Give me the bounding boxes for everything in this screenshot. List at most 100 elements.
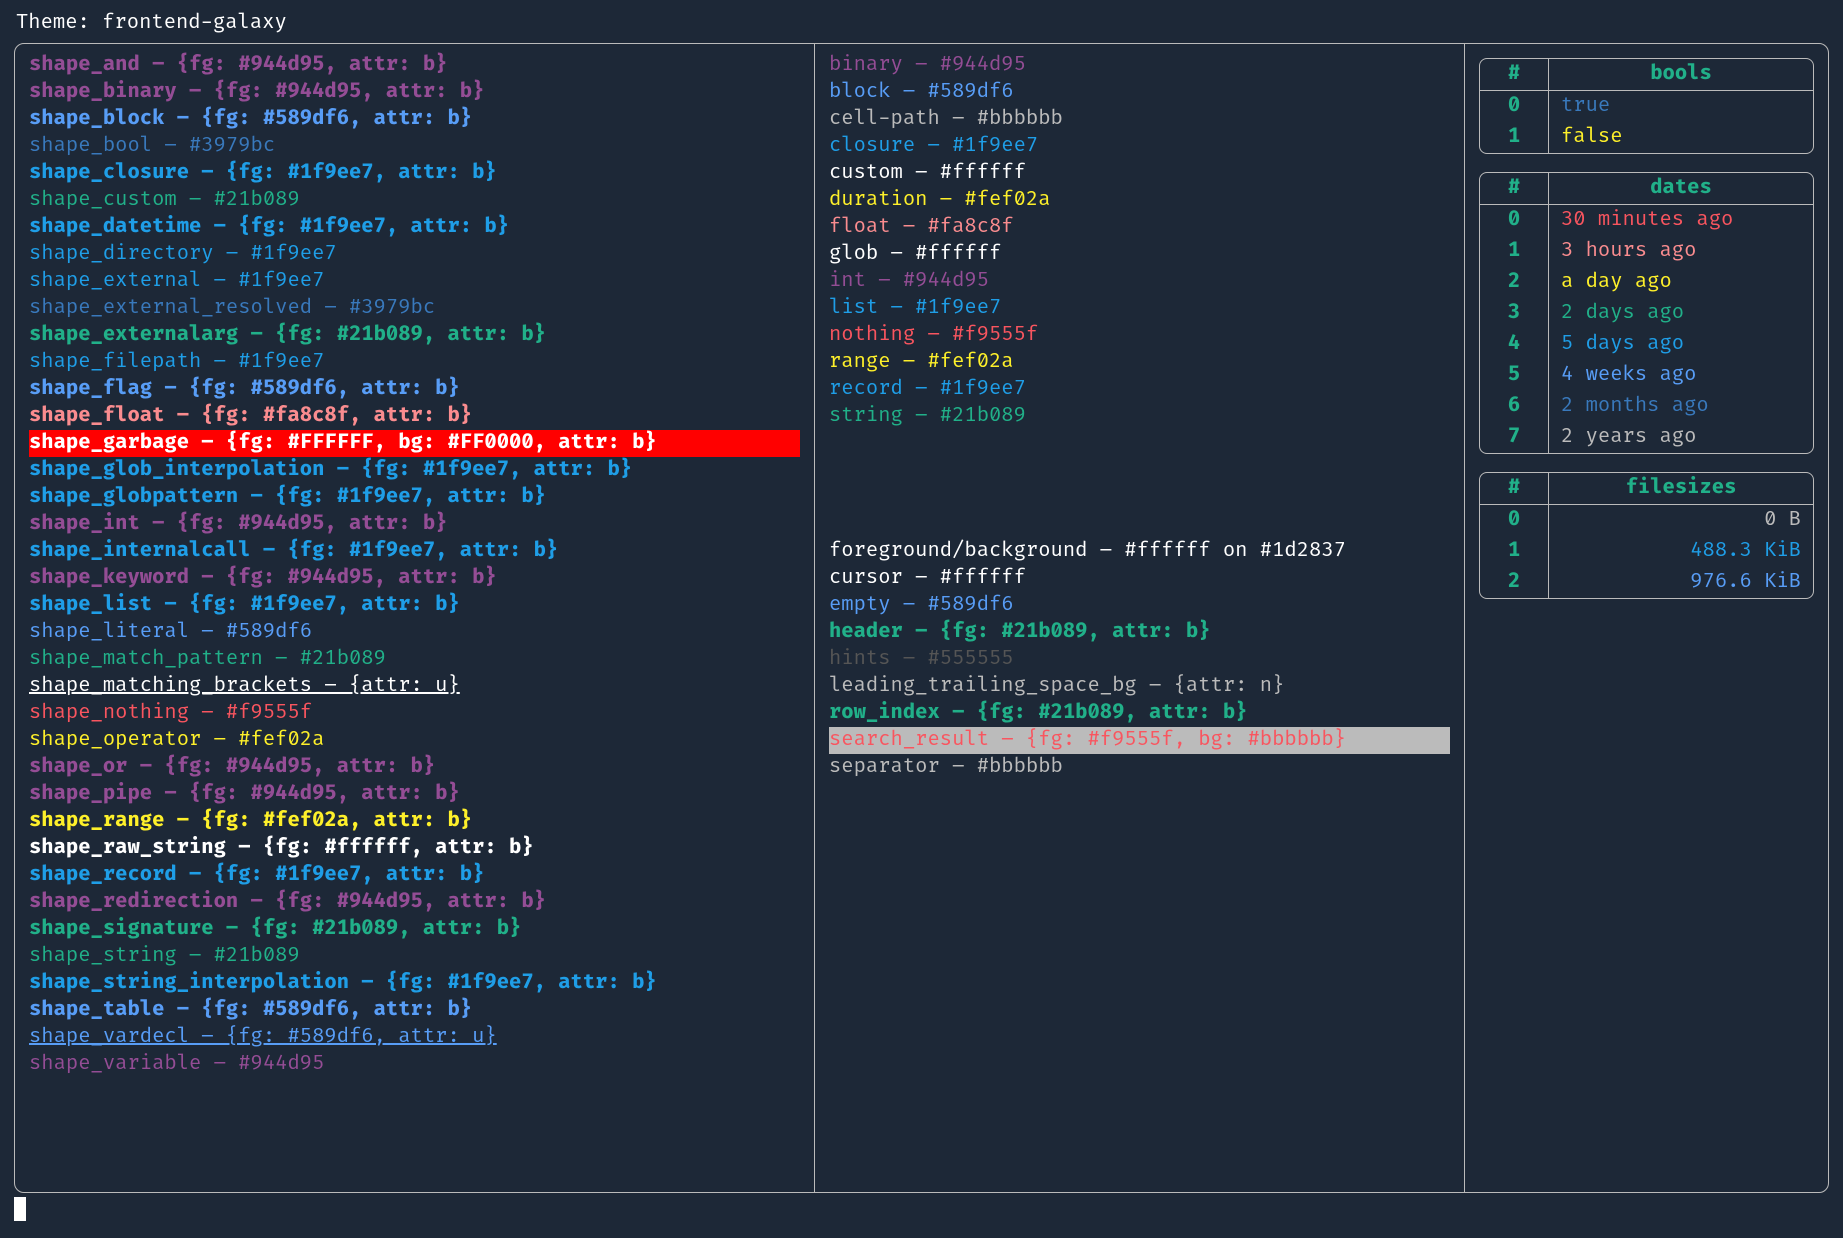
row-value: 976.6 KiB bbox=[1549, 567, 1814, 598]
col-index-header: # bbox=[1480, 473, 1549, 505]
row-value: 2 years ago bbox=[1549, 422, 1814, 453]
theme-entry-empty: empty – #589df6 bbox=[829, 592, 1450, 619]
table-row: 1488.3 KiB bbox=[1480, 536, 1813, 567]
filesizes-table: # filesizes 00 B1488.3 KiB2976.6 KiB bbox=[1479, 472, 1814, 599]
row-value: 2 days ago bbox=[1549, 298, 1814, 329]
theme-entry-shape_externalarg: shape_externalarg – {fg: #21b089, attr: … bbox=[29, 322, 800, 349]
table-row: 030 minutes ago bbox=[1480, 205, 1813, 237]
theme-entry-shape_record: shape_record – {fg: #1f9ee7, attr: b} bbox=[29, 862, 800, 889]
theme-entry-shape_block: shape_block – {fg: #589df6, attr: b} bbox=[29, 106, 800, 133]
theme-entry-shape_list: shape_list – {fg: #1f9ee7, attr: b} bbox=[29, 592, 800, 619]
theme-entry-shape_external_resolved: shape_external_resolved – #3979bc bbox=[29, 295, 800, 322]
row-index: 5 bbox=[1480, 360, 1549, 391]
table-row: 32 days ago bbox=[1480, 298, 1813, 329]
table-row: 45 days ago bbox=[1480, 329, 1813, 360]
bools-table: # bools 0true1false bbox=[1479, 58, 1814, 154]
theme-entry-row_index: row_index – {fg: #21b089, attr: b} bbox=[829, 700, 1450, 727]
theme-entry-shape_redirection: shape_redirection – {fg: #944d95, attr: … bbox=[29, 889, 800, 916]
filesizes-header: filesizes bbox=[1549, 473, 1814, 505]
theme-entry-shape_internalcall: shape_internalcall – {fg: #1f9ee7, attr:… bbox=[29, 538, 800, 565]
theme-panel: shape_and – {fg: #944d95, attr: b}shape_… bbox=[14, 43, 1829, 1193]
theme-entry-duration: duration – #fef02a bbox=[829, 187, 1450, 214]
theme-entry-shape_variable: shape_variable – #944d95 bbox=[29, 1051, 800, 1078]
theme-entry-record: record – #1f9ee7 bbox=[829, 376, 1450, 403]
table-row: 62 months ago bbox=[1480, 391, 1813, 422]
row-value: 30 minutes ago bbox=[1549, 205, 1814, 237]
theme-entry-shape_int: shape_int – {fg: #944d95, attr: b} bbox=[29, 511, 800, 538]
row-value: 4 weeks ago bbox=[1549, 360, 1814, 391]
theme-entry-shape_custom: shape_custom – #21b089 bbox=[29, 187, 800, 214]
theme-entry-shape_glob_interpolation: shape_glob_interpolation – {fg: #1f9ee7,… bbox=[29, 457, 800, 484]
table-row: 72 years ago bbox=[1480, 422, 1813, 453]
row-value: a day ago bbox=[1549, 267, 1814, 298]
theme-entry-shape_signature: shape_signature – {fg: #21b089, attr: b} bbox=[29, 916, 800, 943]
theme-entry-shape_filepath: shape_filepath – #1f9ee7 bbox=[29, 349, 800, 376]
theme-entry-string: string – #21b089 bbox=[829, 403, 1450, 430]
theme-entry-shape_flag: shape_flag – {fg: #589df6, attr: b} bbox=[29, 376, 800, 403]
theme-entry-shape_string: shape_string – #21b089 bbox=[29, 943, 800, 970]
theme-entry-shape_match_pattern: shape_match_pattern – #21b089 bbox=[29, 646, 800, 673]
theme-title: Theme: frontend-galaxy bbox=[16, 10, 1829, 37]
theme-entry-search_result: search_result – {fg: #f9555f, bg: #bbbbb… bbox=[829, 727, 1450, 754]
row-value: true bbox=[1549, 91, 1814, 123]
row-index: 0 bbox=[1480, 505, 1549, 537]
theme-entry-separator: separator – #bbbbbb bbox=[829, 754, 1450, 781]
dates-header: dates bbox=[1549, 173, 1814, 205]
row-value: 0 B bbox=[1549, 505, 1814, 537]
row-value: 2 months ago bbox=[1549, 391, 1814, 422]
theme-entry-shape_pipe: shape_pipe – {fg: #944d95, attr: b} bbox=[29, 781, 800, 808]
theme-entry-shape_closure: shape_closure – {fg: #1f9ee7, attr: b} bbox=[29, 160, 800, 187]
theme-entry-int: int – #944d95 bbox=[829, 268, 1450, 295]
theme-entry-shape_matching_brackets: shape_matching_brackets – {attr: u} bbox=[29, 673, 800, 700]
theme-entry-custom: custom – #ffffff bbox=[829, 160, 1450, 187]
theme-entry-shape_range: shape_range – {fg: #fef02a, attr: b} bbox=[29, 808, 800, 835]
examples-column: # bools 0true1false # dates 030 minutes … bbox=[1465, 44, 1828, 1192]
row-value: false bbox=[1549, 122, 1814, 153]
theme-entry-binary: binary – #944d95 bbox=[829, 52, 1450, 79]
theme-entry-shape_nothing: shape_nothing – #f9555f bbox=[29, 700, 800, 727]
theme-entry-shape_and: shape_and – {fg: #944d95, attr: b} bbox=[29, 52, 800, 79]
theme-entry-closure: closure – #1f9ee7 bbox=[829, 133, 1450, 160]
theme-entry-nothing: nothing – #f9555f bbox=[829, 322, 1450, 349]
theme-entry-leading_trailing_space_bg: leading_trailing_space_bg – {attr: n} bbox=[829, 673, 1450, 700]
table-row: 2a day ago bbox=[1480, 267, 1813, 298]
theme-entry-shape_directory: shape_directory – #1f9ee7 bbox=[29, 241, 800, 268]
theme-entry-cursor: cursor – #ffffff bbox=[829, 565, 1450, 592]
row-index: 1 bbox=[1480, 536, 1549, 567]
types-list: binary – #944d95block – #589df6cell-path… bbox=[829, 52, 1450, 430]
row-index: 3 bbox=[1480, 298, 1549, 329]
row-value: 5 days ago bbox=[1549, 329, 1814, 360]
theme-entry-block: block – #589df6 bbox=[829, 79, 1450, 106]
theme-entry-hints: hints – #555555 bbox=[829, 646, 1450, 673]
table-row: 0true bbox=[1480, 91, 1813, 123]
theme-entry-shape_globpattern: shape_globpattern – {fg: #1f9ee7, attr: … bbox=[29, 484, 800, 511]
theme-entry-glob: glob – #ffffff bbox=[829, 241, 1450, 268]
row-index: 1 bbox=[1480, 122, 1549, 153]
table-row: 13 hours ago bbox=[1480, 236, 1813, 267]
table-row: 2976.6 KiB bbox=[1480, 567, 1813, 598]
row-value: 488.3 KiB bbox=[1549, 536, 1814, 567]
row-index: 2 bbox=[1480, 567, 1549, 598]
theme-entry-shape_bool: shape_bool – #3979bc bbox=[29, 133, 800, 160]
theme-entry-shape_float: shape_float – {fg: #fa8c8f, attr: b} bbox=[29, 403, 800, 430]
row-index: 7 bbox=[1480, 422, 1549, 453]
title-prefix: Theme: bbox=[16, 11, 102, 35]
row-index: 4 bbox=[1480, 329, 1549, 360]
row-index: 0 bbox=[1480, 91, 1549, 123]
spacer bbox=[829, 430, 1450, 538]
theme-entry-shape_datetime: shape_datetime – {fg: #1f9ee7, attr: b} bbox=[29, 214, 800, 241]
theme-entry-list: list – #1f9ee7 bbox=[829, 295, 1450, 322]
theme-entry-shape_operator: shape_operator – #fef02a bbox=[29, 727, 800, 754]
theme-entry-shape_garbage: shape_garbage – {fg: #FFFFFF, bg: #FF000… bbox=[29, 430, 800, 457]
row-index: 2 bbox=[1480, 267, 1549, 298]
shapes-column: shape_and – {fg: #944d95, attr: b}shape_… bbox=[15, 44, 815, 1192]
theme-entry-shape_literal: shape_literal – #589df6 bbox=[29, 619, 800, 646]
theme-entry-range: range – #fef02a bbox=[829, 349, 1450, 376]
theme-entry-foreground/background: foreground/background – #ffffff on #1d28… bbox=[829, 538, 1450, 565]
theme-entry-shape_string_interpolation: shape_string_interpolation – {fg: #1f9ee… bbox=[29, 970, 800, 997]
theme-entry-shape_binary: shape_binary – {fg: #944d95, attr: b} bbox=[29, 79, 800, 106]
theme-entry-shape_table: shape_table – {fg: #589df6, attr: b} bbox=[29, 997, 800, 1024]
theme-entry-shape_vardecl: shape_vardecl – {fg: #589df6, attr: u} bbox=[29, 1024, 800, 1051]
terminal-cursor bbox=[14, 1197, 26, 1221]
theme-entry-shape_keyword: shape_keyword – {fg: #944d95, attr: b} bbox=[29, 565, 800, 592]
